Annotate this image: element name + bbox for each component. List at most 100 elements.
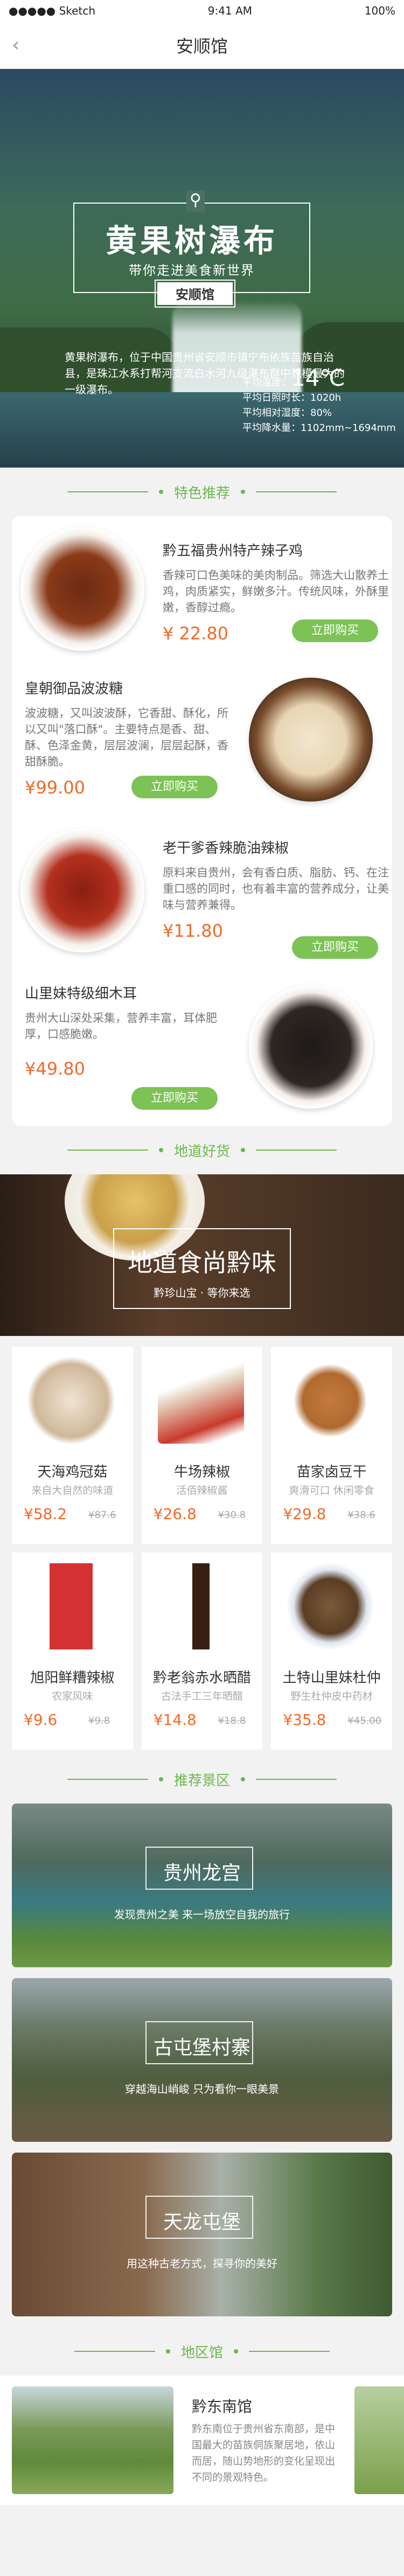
buy-button[interactable]: 立即购买 xyxy=(292,936,378,959)
hero-subtitle: 带你走进美食新世界 xyxy=(129,263,255,278)
product-item[interactable]: 山里妹特级细木耳 贵州大山深处采集，营养丰富，耳体肥厚，口感脆嫩。 ¥49.80 xyxy=(25,983,229,1079)
scenic-name: 天龙屯堡 xyxy=(163,2211,241,2233)
goods-name: 苗家卤豆干 xyxy=(296,1464,367,1480)
battery-label: 100% xyxy=(364,4,395,17)
product-desc: 原料来自贵州，会有香白质、脂肪、钙、在注重口感的同时，也有着丰富的营养成分，让美… xyxy=(163,866,389,911)
scenic-card[interactable]: 古屯堡村寨 穿越海山峭峻 只为看你一眼美景 xyxy=(12,1978,392,2142)
goods-item[interactable]: 苗家卤豆干 爽滑可口 休闲零食 ¥29.8 ¥38.6 xyxy=(271,1347,392,1544)
product-image[interactable] xyxy=(249,985,373,1109)
location-pin-icon: ⚲ xyxy=(186,191,205,212)
section-title: 推荐景区 xyxy=(173,1772,230,1789)
stat-rainfall: 平均降水量：1102mm~1694mm xyxy=(242,422,396,434)
product-desc: 贵州大山深处采集，营养丰富，耳体肥厚，口感脆嫩。 xyxy=(25,1012,217,1041)
temp-label: 平均温度： xyxy=(242,377,291,388)
section-header-recommend: 特色推荐 xyxy=(0,468,404,516)
goods-old-price: ¥30.8 xyxy=(218,1509,246,1521)
scenic-card[interactable]: 贵州龙宫 发现贵州之美 来一场放空自我的旅行 xyxy=(12,1804,392,1967)
stat-sunshine: 平均日照时长：1020h xyxy=(242,392,342,403)
scenic-name: 古屯堡村寨 xyxy=(153,2037,250,2059)
goods-price: ¥14.8 xyxy=(153,1711,197,1729)
section-title: 地区馆 xyxy=(180,2344,223,2361)
product-item[interactable]: 老干爹香辣脆油辣椒 原料来自贵州，会有香白质、脂肪、钙、在注重口感的同时，也有着… xyxy=(163,837,389,941)
goods-name: 土特山里妹杜仲 xyxy=(282,1670,381,1686)
goods-item[interactable]: 天海鸡冠菇 来自大自然的味道 ¥58.2 ¥87.6 xyxy=(12,1347,133,1544)
banner-subtitle: 黔珍山宝 · 等你来选 xyxy=(154,1286,250,1299)
scenic-desc: 用这种古老方式，探寻你的美好 xyxy=(127,2257,277,2270)
goods-price: ¥9.6 xyxy=(24,1711,58,1729)
page-root: ●●●●● Sketch 9:41 AM 100% ‹ 安顺馆 ⚲ 黄果树瀑布 … xyxy=(0,0,404,2576)
product-name: 山里妹特级细木耳 xyxy=(25,986,137,1002)
region-next-image[interactable] xyxy=(354,2386,404,2494)
hero-stats: 平均温度：14℃ 平均日照时长：1020h 平均相对湿度：80% 平均降水量：1… xyxy=(242,367,399,436)
goods-price: ¥26.8 xyxy=(153,1505,197,1523)
goods-sub: 来自大自然的味道 xyxy=(31,1485,114,1496)
carrier-label: ●●●●● Sketch xyxy=(9,4,95,17)
scenic-name: 贵州龙宫 xyxy=(163,1862,241,1884)
hero-tag: 安顺馆 xyxy=(155,280,235,308)
goods-name: 旭阳鲜糟辣椒 xyxy=(30,1670,115,1686)
goods-item[interactable]: 旭阳鲜糟辣椒 农家风味 ¥9.6 ¥9.8 xyxy=(12,1552,133,1750)
section-header-local: 地道好货 xyxy=(0,1126,404,1174)
buy-button[interactable]: 立即购买 xyxy=(131,776,218,798)
section-header-region: 地区馆 xyxy=(0,2327,404,2376)
goods-old-price: ¥45.00 xyxy=(347,1715,382,1726)
nav-bar: ‹ 安顺馆 xyxy=(0,22,404,69)
goods-image xyxy=(157,1357,244,1444)
hero-title: 黄果树瀑布 xyxy=(105,222,278,259)
page-title: 安顺馆 xyxy=(176,36,228,57)
product-name: 老干爹香辣脆油辣椒 xyxy=(163,840,289,857)
goods-sub: 古法手工三年晒醋 xyxy=(161,1690,243,1702)
goods-image xyxy=(287,1563,374,1649)
product-desc: 香辣可口色美味的美肉制品。筛选大山散养土鸡，肉质紧实，鲜嫩多汁。传统风味，外酥里… xyxy=(163,569,389,614)
goods-item[interactable]: 黔老翁赤水晒醋 古法手工三年晒醋 ¥14.8 ¥18.8 xyxy=(141,1552,263,1750)
goods-old-price: ¥9.8 xyxy=(88,1715,110,1726)
buy-button[interactable]: 立即购买 xyxy=(131,1087,218,1110)
product-image[interactable] xyxy=(20,527,144,651)
goods-old-price: ¥87.6 xyxy=(88,1509,116,1521)
goods-name: 天海鸡冠菇 xyxy=(37,1464,108,1480)
region-desc: 黔东南位于贵州省东南部，是中国最大的苗族侗族聚居地，依山而居，随山势地形的变化呈… xyxy=(192,2423,336,2483)
goods-price: ¥58.2 xyxy=(24,1505,67,1523)
time-label: 9:41 AM xyxy=(207,4,253,17)
recommend-card: 黔五福贵州特产辣子鸡 香辣可口色美味的美肉制品。筛选大山散养土鸡，肉质紧实，鲜嫩… xyxy=(12,516,392,1126)
temp-value: 14℃ xyxy=(291,365,345,391)
goods-old-price: ¥18.8 xyxy=(218,1715,246,1726)
product-name: 皇朝御品波波糖 xyxy=(25,681,123,697)
goods-name: 牛场辣椒 xyxy=(173,1464,230,1480)
buy-button[interactable]: 立即购买 xyxy=(292,619,378,642)
banner-title: 地道食尚黔味 xyxy=(128,1248,276,1277)
goods-sub: 爽滑可口 休闲零食 xyxy=(289,1485,374,1496)
back-icon[interactable]: ‹ xyxy=(12,33,33,57)
goods-price: ¥29.8 xyxy=(283,1505,326,1523)
goods-item[interactable]: 牛场辣椒 活佰辣椒酱 ¥26.8 ¥30.8 xyxy=(141,1347,263,1544)
product-image[interactable] xyxy=(20,829,144,952)
goods-image xyxy=(287,1357,374,1444)
goods-name: 黔老翁赤水晒醋 xyxy=(152,1670,251,1686)
local-food-banner[interactable]: 地道食尚黔味 黔珍山宝 · 等你来选 xyxy=(0,1174,404,1336)
hero-banner: ⚲ 黄果树瀑布 带你走进美食新世界 安顺馆 黄果树瀑布，位于中国贵州省安顺市镇宁… xyxy=(0,69,404,468)
section-header-scenic: 推荐景区 xyxy=(0,1755,404,1804)
scenic-desc: 发现贵州之美 来一场放空自我的旅行 xyxy=(114,1908,290,1921)
goods-old-price: ¥38.6 xyxy=(347,1509,375,1521)
section-title: 特色推荐 xyxy=(173,485,230,502)
goods-item[interactable]: 土特山里妹杜仲 野生杜仲皮中药材 ¥35.8 ¥45.00 xyxy=(271,1552,392,1750)
scenic-desc: 穿越海山峭峻 只为看你一眼美景 xyxy=(124,2083,280,2095)
section-title: 地道好货 xyxy=(173,1143,230,1160)
goods-sub: 农家风味 xyxy=(52,1690,93,1702)
region-image xyxy=(12,2386,173,2494)
region-name: 黔东南馆 xyxy=(192,2398,253,2415)
product-image[interactable] xyxy=(249,678,373,802)
goods-image xyxy=(157,1563,244,1649)
goods-grid: 天海鸡冠菇 来自大自然的味道 ¥58.2 ¥87.6 牛场辣椒 活佰辣椒酱 ¥2… xyxy=(0,1336,404,1750)
goods-sub: 活佰辣椒酱 xyxy=(176,1485,228,1496)
goods-sub: 野生杜仲皮中药材 xyxy=(290,1690,373,1702)
region-card[interactable]: 黔东南馆 黔东南位于贵州省东南部，是中国最大的苗族侗族聚居地，依山而居，随山势地… xyxy=(0,2376,404,2505)
product-desc: 波波糖，又叫波波酥，它香甜、酥化，所以又叫"落口酥"。主要特点是香、甜、酥、色泽… xyxy=(25,707,228,768)
goods-price: ¥35.8 xyxy=(283,1711,326,1729)
product-name: 黔五福贵州特产辣子鸡 xyxy=(163,543,303,559)
scenic-card[interactable]: 天龙屯堡 用这种古老方式，探寻你的美好 xyxy=(12,2153,392,2316)
goods-image xyxy=(28,1563,114,1649)
goods-image xyxy=(28,1357,114,1444)
product-price: ¥49.80 xyxy=(25,1059,85,1079)
stat-humidity: 平均相对湿度：80% xyxy=(242,407,332,419)
